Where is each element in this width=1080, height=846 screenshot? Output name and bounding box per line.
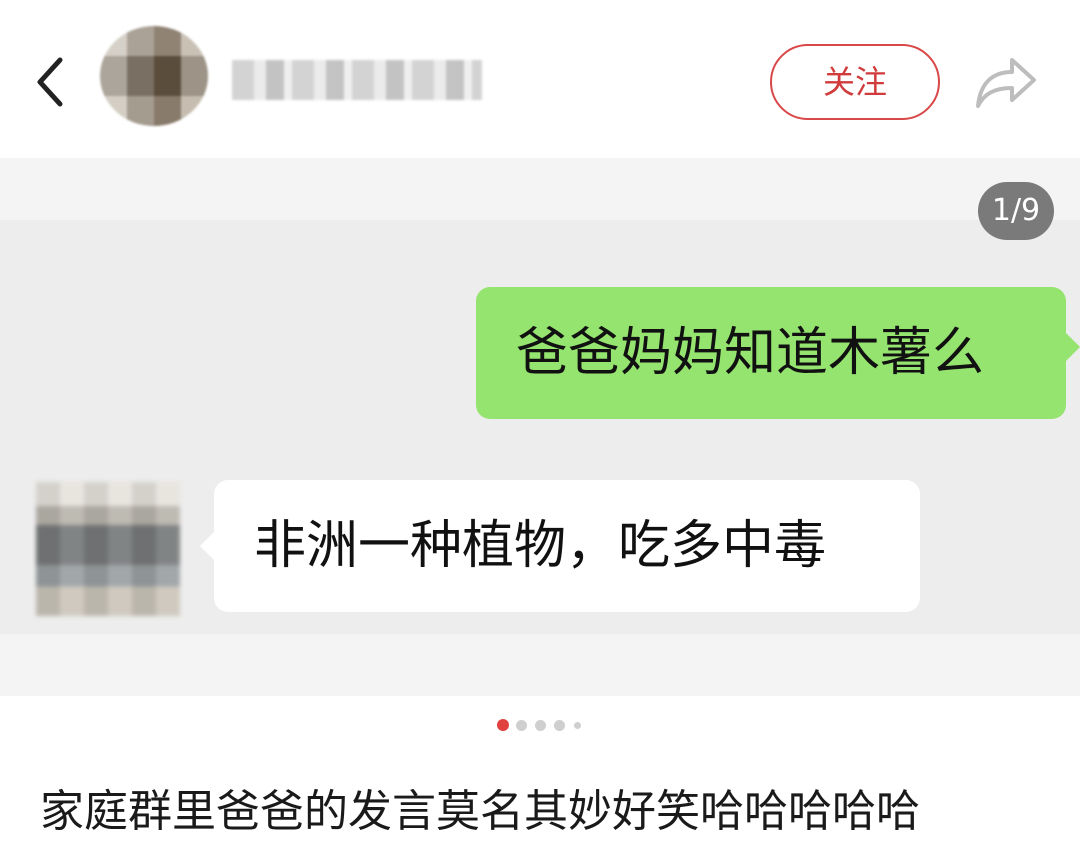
chat-bubble-outgoing: 爸爸妈妈知道木薯么 (476, 287, 1080, 419)
carousel-pagination (0, 718, 1080, 734)
author-name-blurred[interactable] (232, 60, 482, 100)
share-button[interactable] (972, 52, 1040, 112)
pagination-dot[interactable] (535, 720, 546, 731)
pagination-dot[interactable] (516, 720, 527, 731)
sender-avatar-blurred (36, 482, 180, 616)
pagination-dot-active[interactable] (497, 719, 509, 731)
post-caption: 家庭群里爸爸的发言莫名其妙好笑哈哈哈哈哈 (40, 786, 920, 837)
post-header: 关注 (0, 0, 1080, 158)
chevron-left-icon (37, 57, 63, 107)
follow-button[interactable]: 关注 (770, 44, 940, 120)
chat-bubble-incoming: 非洲一种植物，吃多中毒 (200, 480, 920, 612)
author-avatar[interactable] (100, 26, 208, 126)
back-button[interactable] (30, 52, 74, 112)
pagination-dot[interactable] (574, 722, 581, 729)
share-arrow-icon (976, 58, 1036, 108)
image-counter: 1/9 (978, 182, 1054, 240)
pagination-dot[interactable] (554, 720, 565, 731)
